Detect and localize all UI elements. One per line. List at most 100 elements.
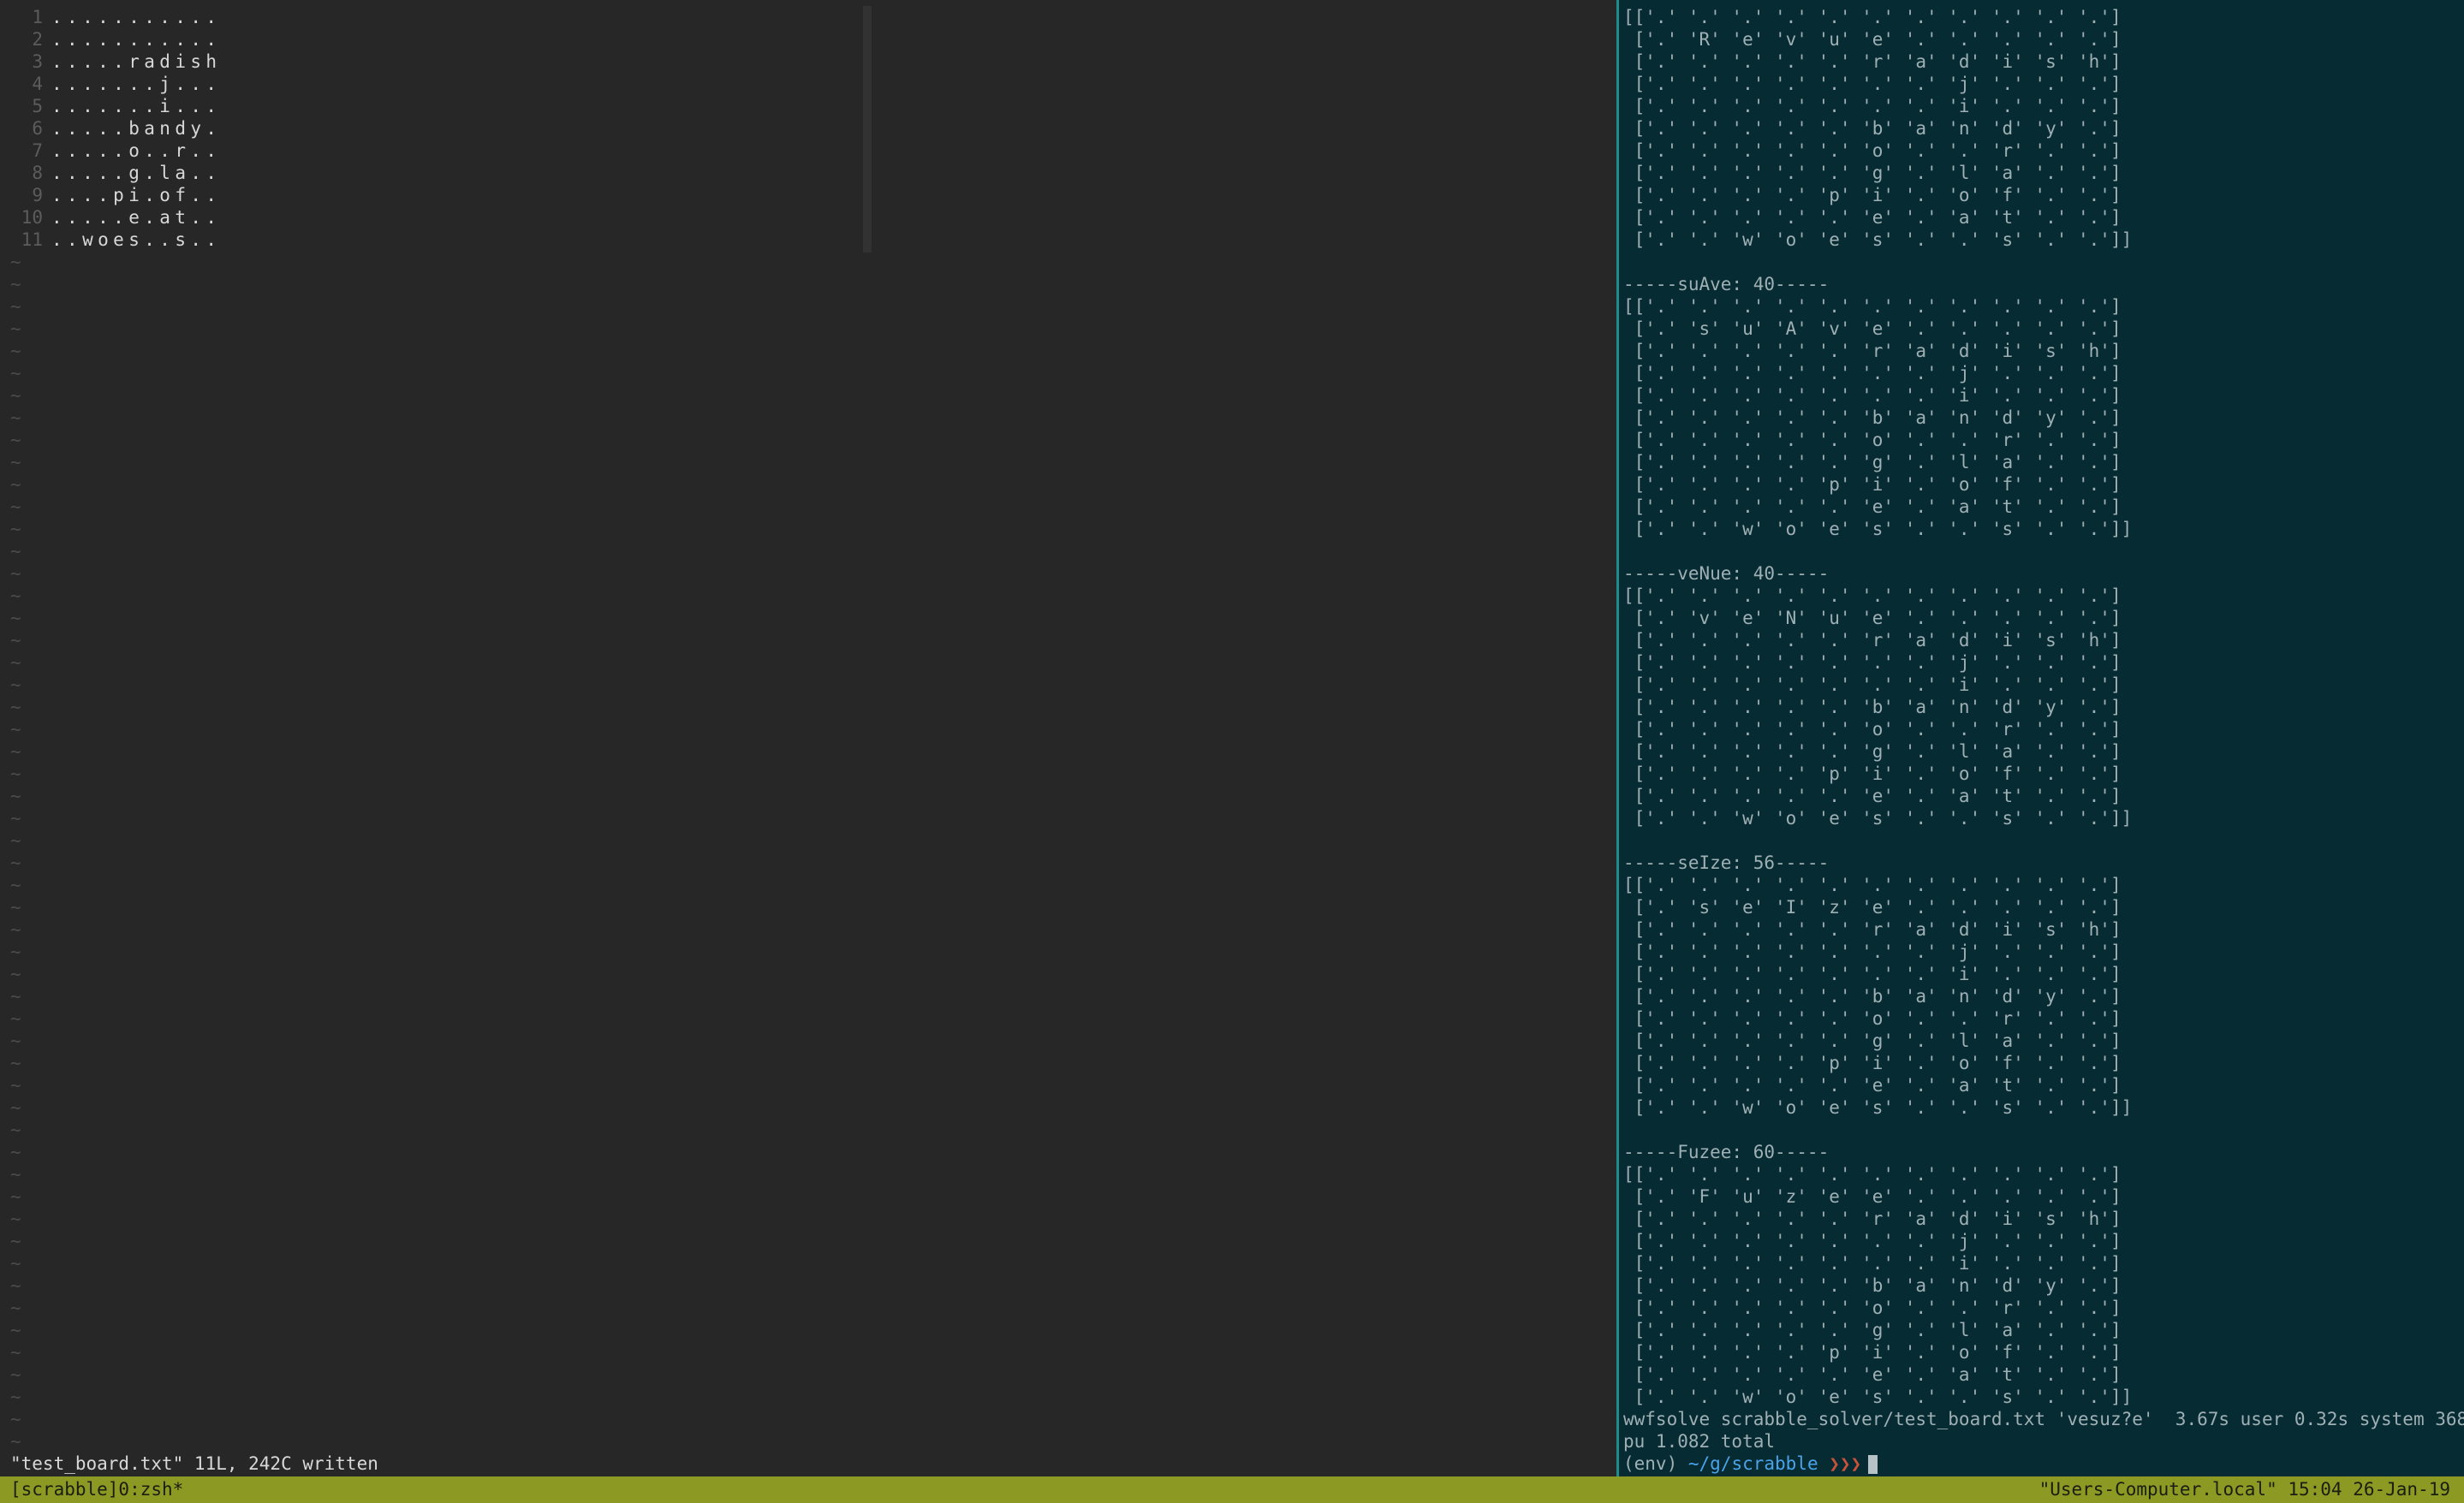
board-row: ['.' '.' 'w' 'o' 'e' 's' '.' '.' 's' '.'… xyxy=(1623,1387,2133,1407)
editor-line[interactable]: 11 ..woes..s.. xyxy=(10,229,221,251)
line-text[interactable]: .......j... xyxy=(51,74,221,94)
board-row: ['.' '.' '.' '.' '.' 'g' '.' 'l' 'a' '.'… xyxy=(1623,163,2122,183)
tilde-marker: ~ xyxy=(10,496,21,517)
board-row: ['.' '.' '.' '.' '.' 'o' '.' '.' 'r' '.'… xyxy=(1623,1008,2122,1029)
tilde-marker: ~ xyxy=(10,1298,21,1318)
tilde-marker: ~ xyxy=(10,519,21,539)
line-text[interactable]: ........... xyxy=(51,7,221,27)
tilde-marker: ~ xyxy=(10,1075,21,1096)
board-row: ['.' '.' '.' '.' '.' '.' '.' 'j' '.' '.'… xyxy=(1623,74,2122,94)
board-row: ['.' '.' '.' '.' '.' '.' '.' 'j' '.' '.'… xyxy=(1623,652,2122,673)
line-number: 9 xyxy=(32,185,43,205)
tilde-marker: ~ xyxy=(10,1387,21,1407)
editor-line[interactable]: 6 .....bandy. xyxy=(10,117,221,140)
board-row: ['.' '.' '.' '.' '.' 'e' '.' 'a' 't' '.'… xyxy=(1623,1364,2122,1385)
tilde-marker: ~ xyxy=(10,407,21,428)
line-text[interactable]: .....e.at.. xyxy=(51,207,221,228)
tilde-marker: ~ xyxy=(10,741,21,762)
tilde-marker: ~ xyxy=(10,763,21,784)
editor-line[interactable]: 5 .......i... xyxy=(10,95,221,117)
tilde-marker: ~ xyxy=(10,1053,21,1073)
editor-line[interactable]: 3 .....radish xyxy=(10,50,221,73)
shell-prompt[interactable]: (env) ~/g/scrabble ❯❯❯ xyxy=(1623,1453,2464,1475)
editor-line[interactable]: 1........... xyxy=(10,6,221,28)
tilde-marker: ~ xyxy=(10,697,21,717)
board-row: ['.' 's' 'u' 'A' 'v' 'e' '.' '.' '.' '.'… xyxy=(1623,318,2122,339)
prompt-path: ~/g/scrabble xyxy=(1687,1453,1818,1474)
line-text[interactable]: .......i... xyxy=(51,96,221,116)
tilde-marker: ~ xyxy=(10,1231,21,1251)
board-row: ['.' 'F' 'u' 'z' 'e' 'e' '.' '.' '.' '.'… xyxy=(1623,1186,2122,1207)
tilde-marker: ~ xyxy=(10,1275,21,1296)
tilde-marker: ~ xyxy=(10,986,21,1007)
line-number: 1 xyxy=(32,7,43,27)
board-row: ['.' 's' 'e' 'I' 'z' 'e' '.' '.' '.' '.'… xyxy=(1623,897,2122,918)
board-row: ['.' '.' '.' '.' '.' 'o' '.' '.' 'r' '.'… xyxy=(1623,1298,2122,1318)
board-row: ['.' '.' '.' '.' '.' 'e' '.' 'a' 't' '.'… xyxy=(1623,786,2122,806)
tilde-marker: ~ xyxy=(10,318,21,339)
line-number: 8 xyxy=(32,163,43,183)
tilde-marker: ~ xyxy=(10,652,21,673)
editor-line[interactable]: 7 .....o..r.. xyxy=(10,140,221,162)
tilde-marker: ~ xyxy=(10,385,21,406)
board-row: [['.' '.' '.' '.' '.' '.' '.' '.' '.' '.… xyxy=(1623,7,2122,27)
terminal-cursor[interactable] xyxy=(1868,1455,1878,1474)
tilde-marker: ~ xyxy=(10,942,21,962)
tilde-marker: ~ xyxy=(10,1008,21,1029)
board-row: ['.' '.' '.' '.' '.' 'o' '.' '.' 'r' '.'… xyxy=(1623,719,2122,740)
tilde-marker: ~ xyxy=(10,830,21,851)
board-row: ['.' '.' '.' '.' '.' 'b' 'a' 'n' 'd' 'y'… xyxy=(1623,986,2122,1007)
editor-line[interactable]: 9 ....pi.of.. xyxy=(10,184,221,206)
board-row: ['.' '.' '.' '.' '.' '.' '.' 'j' '.' '.'… xyxy=(1623,1231,2122,1251)
tilde-marker: ~ xyxy=(10,1164,21,1185)
line-number: 4 xyxy=(32,74,43,94)
board-row: ['.' '.' '.' '.' '.' 'g' '.' 'l' 'a' '.'… xyxy=(1623,452,2122,472)
tilde-marker: ~ xyxy=(10,1320,21,1340)
tilde-marker: ~ xyxy=(10,274,21,294)
line-text[interactable]: ..woes..s.. xyxy=(51,229,221,250)
tilde-marker: ~ xyxy=(10,1142,21,1162)
board-row: ['.' '.' '.' '.' '.' 'g' '.' 'l' 'a' '.'… xyxy=(1623,1320,2122,1340)
editor-line[interactable]: 2........... xyxy=(10,28,221,50)
board-row: [['.' '.' '.' '.' '.' '.' '.' '.' '.' '.… xyxy=(1623,296,2122,317)
board-row: ['.' 'v' 'e' 'N' 'u' 'e' '.' '.' '.' '.'… xyxy=(1623,608,2122,628)
board-row: [['.' '.' '.' '.' '.' '.' '.' '.' '.' '.… xyxy=(1623,1164,2122,1185)
vim-pane[interactable]: 1........... 2........... 3 .....radish 4...… xyxy=(0,0,1616,1476)
tilde-marker: ~ xyxy=(10,541,21,561)
tilde-marker: ~ xyxy=(10,341,21,361)
line-number: 3 xyxy=(32,51,43,72)
board-row: ['.' '.' 'w' 'o' 'e' 's' '.' '.' 's' '.'… xyxy=(1623,1097,2133,1118)
line-text[interactable]: .....g.la.. xyxy=(51,163,221,183)
tilde-marker: ~ xyxy=(10,852,21,873)
tilde-marker: ~ xyxy=(10,1120,21,1140)
tilde-marker: ~ xyxy=(10,1031,21,1051)
tilde-marker: ~ xyxy=(10,964,21,984)
terminal-pane[interactable]: [['.' '.' '.' '.' '.' '.' '.' '.' '.' '.… xyxy=(1619,0,2464,1476)
board-row: ['.' '.' '.' '.' '.' 'o' '.' '.' 'r' '.'… xyxy=(1623,140,2122,161)
editor-line[interactable]: 8 .....g.la.. xyxy=(10,162,221,184)
editor-buffer[interactable]: 1........... 2........... 3 .....radish 4...… xyxy=(10,6,221,251)
tilde-marker: ~ xyxy=(10,674,21,695)
board-row: [['.' '.' '.' '.' '.' '.' '.' '.' '.' '.… xyxy=(1623,585,2122,606)
tilde-marker: ~ xyxy=(10,430,21,450)
editor-line[interactable]: 10 .....e.at.. xyxy=(10,206,221,229)
board-row: ['.' '.' '.' '.' 'p' 'i' '.' 'o' 'f' '.'… xyxy=(1623,1342,2122,1363)
tilde-marker: ~ xyxy=(10,296,21,317)
board-row: ['.' '.' '.' '.' '.' 'e' '.' 'a' 't' '.'… xyxy=(1623,496,2122,517)
line-text[interactable]: .....radish xyxy=(51,51,221,72)
tilde-marker: ~ xyxy=(10,897,21,918)
line-text[interactable]: .....bandy. xyxy=(51,118,221,139)
board-row: ['.' '.' '.' '.' '.' '.' '.' 'j' '.' '.'… xyxy=(1623,363,2122,383)
line-text[interactable]: ....pi.of.. xyxy=(51,185,221,205)
board-row: ['.' '.' '.' '.' 'p' 'i' '.' 'o' 'f' '.'… xyxy=(1623,474,2122,495)
tmux-window-list[interactable]: [scrabble]0:zsh* xyxy=(10,1476,183,1503)
tilde-marker: ~ xyxy=(10,808,21,829)
board-row: ['.' '.' '.' '.' '.' 'g' '.' 'l' 'a' '.'… xyxy=(1623,741,2122,762)
editor-line[interactable]: 4 .......j... xyxy=(10,73,221,95)
tilde-marker: ~ xyxy=(10,1342,21,1363)
line-text[interactable]: ........... xyxy=(51,29,221,50)
line-text[interactable]: .....o..r.. xyxy=(51,140,221,161)
